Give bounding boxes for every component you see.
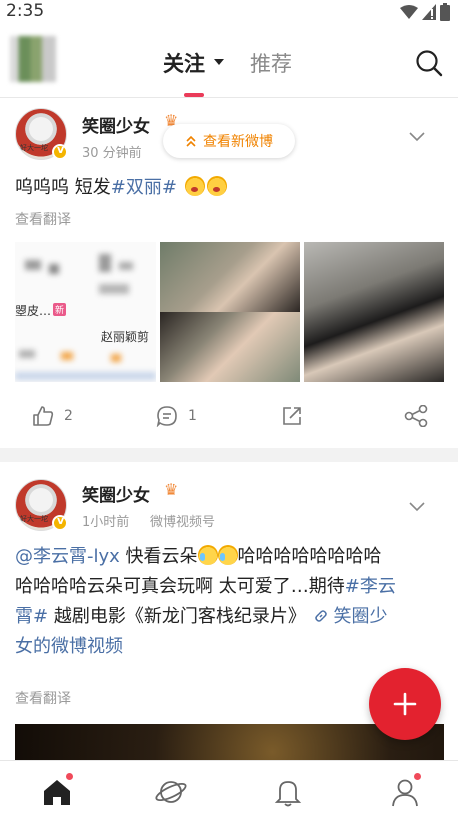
emoji-icon	[206, 176, 227, 196]
notification-dot	[66, 773, 73, 780]
top-bar: 关注 推荐	[0, 24, 458, 98]
chevron-down-icon[interactable]	[409, 502, 425, 512]
double-chevron-up-icon	[186, 135, 196, 147]
post-line: 女的微博视频	[15, 632, 445, 662]
status-bar: 2:35	[0, 0, 458, 24]
image-caption-right: 赵丽颖剪	[101, 330, 150, 344]
post-line: @李云霄-lyx 快看云朵 哈哈哈哈哈哈哈哈	[15, 542, 445, 572]
avatar-caption: 好大一坨	[20, 144, 48, 152]
video-link-text[interactable]: 女的微博视频	[15, 636, 123, 657]
post-text-segment: 快看云朵	[119, 546, 198, 567]
verified-badge-icon	[52, 514, 68, 531]
share-button[interactable]	[404, 404, 428, 428]
signal-icon	[422, 4, 436, 20]
notification-dot	[414, 773, 421, 780]
share-out-icon	[283, 407, 301, 425]
bell-icon[interactable]	[271, 775, 305, 809]
like-count: 2	[64, 408, 73, 424]
comment-button[interactable]: 1	[156, 404, 197, 428]
wifi-icon	[400, 5, 418, 19]
post-image[interactable]	[160, 242, 300, 312]
person-icon[interactable]	[388, 775, 422, 809]
chevron-down-icon[interactable]	[409, 132, 425, 142]
planet-icon[interactable]	[154, 775, 188, 809]
hashtag-link[interactable]: #双丽#	[111, 177, 177, 198]
post-text: 呜呜呜 短发#双丽#	[15, 173, 445, 203]
link-icon	[315, 610, 327, 622]
post-image[interactable]	[160, 312, 300, 382]
verified-badge-icon	[52, 143, 68, 160]
tab-recommend[interactable]: 推荐	[250, 48, 292, 78]
status-time: 2:35	[6, 1, 45, 21]
repost-button[interactable]	[281, 404, 303, 428]
post-text-segment: 越剧电影《新龙门客栈纪录片》	[48, 606, 306, 627]
view-new-posts-label: 查看新微博	[203, 134, 273, 150]
post-line: 哈哈哈哈云朵可真会玩啊 太可爱了…期待#李云	[15, 572, 445, 602]
status-icons	[400, 3, 450, 21]
crying-laughing-emoji-icon	[217, 545, 238, 565]
user-name[interactable]: 笑圈少女	[82, 112, 150, 137]
battery-icon	[440, 3, 450, 21]
crown-badge-icon: ♛	[164, 480, 179, 499]
compose-button[interactable]	[369, 668, 441, 740]
comment-icon	[156, 406, 177, 427]
search-icon[interactable]	[414, 48, 444, 78]
post-text: @李云霄-lyx 快看云朵 哈哈哈哈哈哈哈哈 哈哈哈哈云朵可真会玩啊 太可爱了…期…	[15, 542, 445, 662]
like-button[interactable]: 2	[32, 404, 73, 428]
post-time: 1小时前	[82, 515, 130, 530]
post-card[interactable]: 好大一坨 笑圈少女 ♛ 30 分钟前 查看新微博 呜呜呜 短发#双丽# 查看翻译…	[0, 98, 458, 448]
home-icon[interactable]	[40, 775, 74, 809]
plus-icon	[393, 692, 417, 716]
feed[interactable]: 好大一坨 笑圈少女 ♛ 30 分钟前 查看新微博 呜呜呜 短发#双丽# 查看翻译…	[0, 98, 458, 760]
view-new-posts-button[interactable]: 查看新微博	[163, 124, 295, 158]
my-avatar[interactable]	[10, 36, 56, 82]
hashtag-link[interactable]: #李云	[345, 576, 396, 597]
post-actions: 2 1	[0, 398, 458, 434]
comment-count: 1	[188, 408, 197, 424]
hashtag-link[interactable]: 霄#	[15, 606, 48, 627]
translate-link[interactable]: 查看翻译	[15, 688, 71, 708]
thumbs-up-icon	[33, 406, 54, 426]
emoji-icon	[184, 176, 205, 196]
post-text-segment: 哈哈哈哈哈哈哈哈	[237, 546, 382, 567]
translate-link[interactable]: 查看翻译	[15, 209, 71, 229]
mention-link[interactable]: @李云霄-lyx	[15, 546, 120, 567]
post-image[interactable]: 曌皮… 新 赵丽颖剪	[15, 242, 156, 382]
post-line: 霄# 越剧电影《新龙门客栈纪录片》 笑圈少	[15, 602, 445, 632]
post-text-main: 呜呜呜 短发	[15, 177, 111, 198]
user-name[interactable]: 笑圈少女	[82, 481, 150, 506]
post-image[interactable]	[304, 242, 444, 382]
active-tab-indicator	[184, 93, 204, 97]
post-time: 30 分钟前	[82, 146, 142, 161]
video-link-text: 笑圈少	[327, 606, 388, 627]
caret-down-icon[interactable]	[214, 59, 224, 65]
avatar-caption: 好大一坨	[20, 515, 48, 523]
tab-follow[interactable]: 关注	[163, 48, 205, 78]
share-nodes-icon	[404, 405, 428, 427]
new-badge: 新	[53, 303, 67, 316]
post-source[interactable]: 微博视频号	[150, 511, 215, 530]
post-text-segment: 哈哈哈哈云朵可真会玩啊 太可爱了…期待	[15, 576, 345, 597]
video-link[interactable]: 笑圈少	[306, 606, 388, 627]
crying-laughing-emoji-icon	[197, 545, 218, 565]
image-caption-left: 曌皮…	[15, 304, 52, 318]
bottom-nav	[0, 760, 458, 820]
